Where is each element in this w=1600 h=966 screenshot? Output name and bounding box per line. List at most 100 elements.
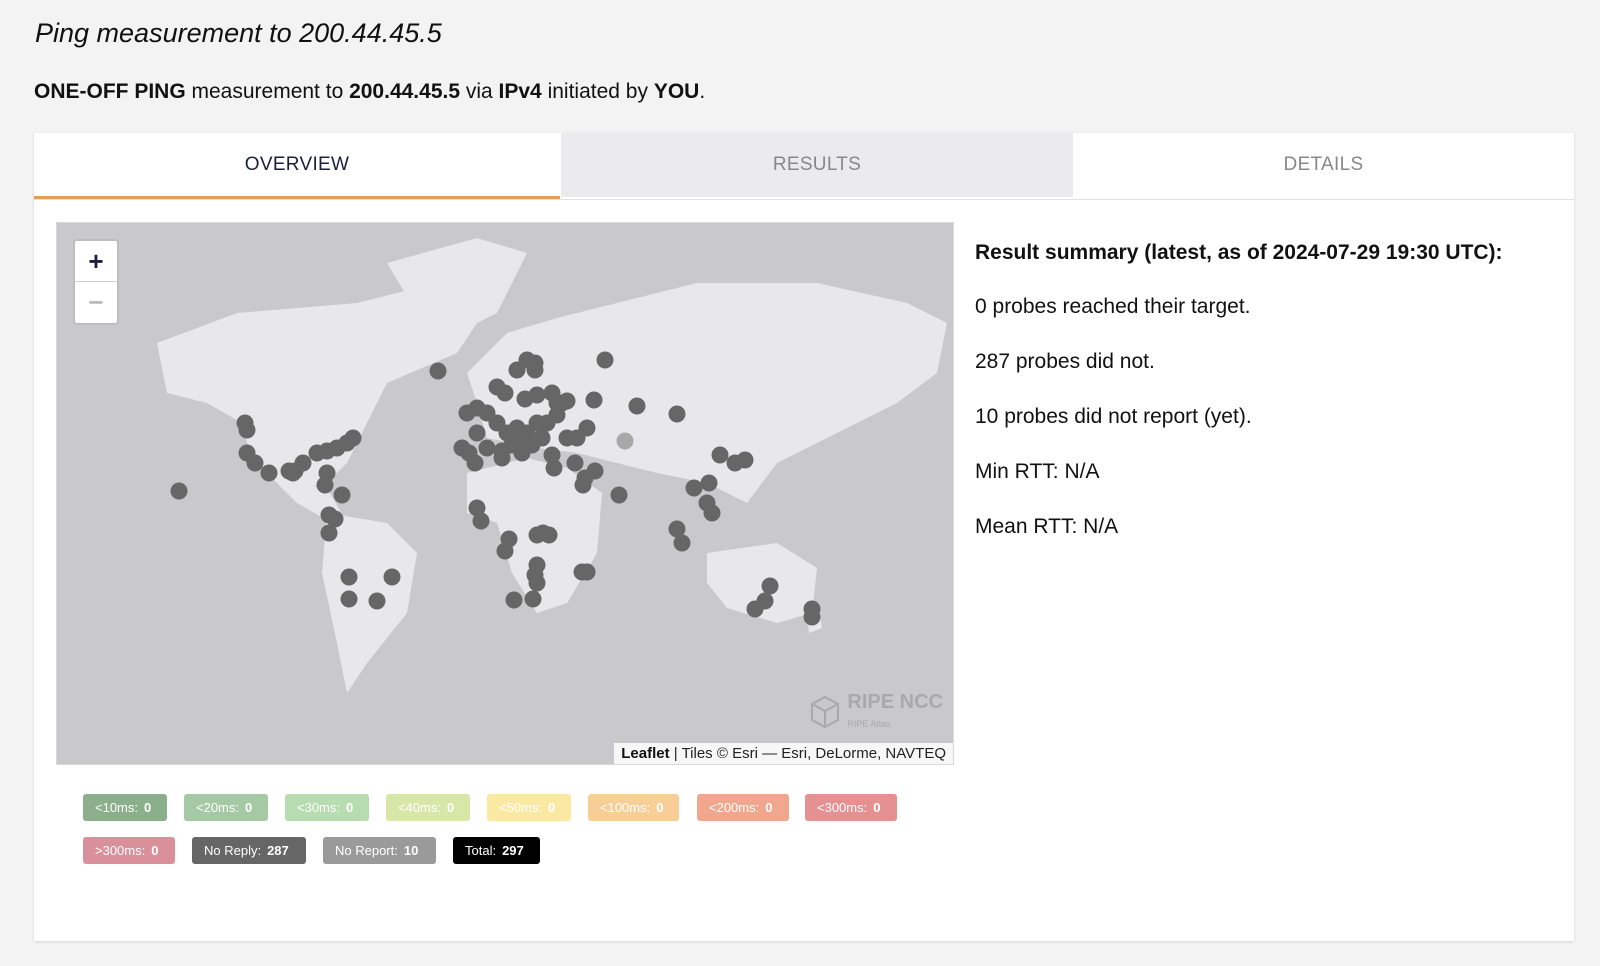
probe-marker[interactable]	[746, 600, 764, 618]
legend-pill-10ms[interactable]: <10ms: 0	[83, 794, 167, 821]
probe-marker[interactable]	[368, 592, 386, 610]
legend-label: <100ms:	[600, 800, 651, 815]
zoom-out-button[interactable]: −	[75, 282, 117, 322]
probe-marker[interactable]	[673, 534, 691, 552]
probe-marker[interactable]	[340, 590, 358, 608]
probe-marker[interactable]	[524, 590, 542, 608]
legend-pill-30ms[interactable]: <30ms: 0	[285, 794, 369, 821]
probe-marker[interactable]	[573, 563, 591, 581]
probe-marker[interactable]	[344, 429, 362, 447]
legend-pill-40ms[interactable]: <40ms: 0	[386, 794, 470, 821]
probe-marker[interactable]	[566, 454, 584, 472]
legend-label: No Report:	[335, 843, 398, 858]
legend-pill-total[interactable]: Total: 297	[453, 837, 540, 864]
legend-pill-20ms[interactable]: <20ms: 0	[184, 794, 268, 821]
legend-count: 0	[151, 843, 159, 858]
probe-marker[interactable]	[533, 429, 551, 447]
probe-marker[interactable]	[260, 464, 278, 482]
legend-count: 0	[765, 800, 773, 815]
probe-marker[interactable]	[320, 524, 338, 542]
probe-marker[interactable]	[761, 577, 779, 595]
probe-marker[interactable]	[585, 391, 603, 409]
probe-marker[interactable]	[711, 446, 729, 464]
page-title: Ping measurement to 200.44.45.5	[35, 18, 442, 48]
protocol: IPv4	[498, 80, 542, 103]
probe-marker[interactable]	[468, 424, 486, 442]
summary-mean-rtt: Mean RTT: N/A	[975, 515, 1119, 538]
measurement-description: ONE-OFF PING measurement to 200.44.45.5 …	[34, 80, 705, 104]
legend-label: <40ms:	[398, 800, 441, 815]
probe-marker[interactable]	[316, 476, 334, 494]
probe-marker[interactable]	[496, 542, 514, 560]
probe-marker[interactable]	[628, 397, 646, 415]
legend-count: 287	[267, 843, 289, 858]
probe-marker[interactable]	[238, 421, 256, 439]
legend-pill-over-300ms[interactable]: >300ms: 0	[83, 837, 175, 864]
probe-marker[interactable]	[340, 568, 358, 586]
probe-marker[interactable]	[610, 486, 628, 504]
legend-label: <300ms:	[817, 800, 868, 815]
probe-marker[interactable]	[505, 591, 523, 609]
probe-marker[interactable]	[453, 439, 471, 457]
probe-marker[interactable]	[803, 608, 821, 626]
description-text: initiated by	[541, 80, 654, 103]
probe-marker-no-report[interactable]	[616, 432, 634, 450]
probe-marker[interactable]	[685, 479, 703, 497]
probe-marker[interactable]	[170, 482, 188, 500]
probe-marker[interactable]	[578, 419, 596, 437]
probe-marker[interactable]	[526, 354, 544, 372]
probe-marker[interactable]	[545, 459, 563, 477]
probe-marker[interactable]	[596, 351, 614, 369]
target-address: 200.44.45.5	[349, 80, 461, 103]
leaflet-link[interactable]: Leaflet	[621, 745, 669, 762]
probe-marker[interactable]	[516, 390, 534, 408]
probe-marker[interactable]	[576, 469, 594, 487]
legend-pill-no-report[interactable]: No Report: 10	[323, 837, 436, 864]
probe-marker[interactable]	[703, 504, 721, 522]
probe-marker[interactable]	[540, 526, 558, 544]
summary-no-report: 10 probes did not report (yet).	[975, 405, 1252, 428]
probe-map[interactable]: + − RIPE NCC RIPE Atlas Leaflet | Tiles …	[56, 222, 954, 765]
tab-results[interactable]: RESULTS	[561, 133, 1073, 197]
zoom-in-button[interactable]: +	[75, 241, 117, 282]
legend-pill-300ms[interactable]: <300ms: 0	[805, 794, 897, 821]
map-attribution: Leaflet | Tiles © Esri — Esri, DeLorme, …	[614, 743, 953, 764]
probe-marker[interactable]	[333, 486, 351, 504]
tab-details[interactable]: DETAILS	[1073, 133, 1574, 197]
legend-label: >300ms:	[95, 843, 146, 858]
legend-pill-no-reply[interactable]: No Reply: 287	[192, 837, 306, 864]
probe-marker[interactable]	[246, 454, 264, 472]
legend-count: 297	[502, 843, 524, 858]
attribution-text: | Tiles © Esri — Esri, DeLorme, NAVTEQ	[669, 745, 946, 762]
probe-marker[interactable]	[280, 462, 298, 480]
probe-marker[interactable]	[508, 361, 526, 379]
legend-count: 0	[656, 800, 664, 815]
ripe-hexagon-icon	[810, 695, 839, 728]
probe-marker[interactable]	[478, 439, 496, 457]
tab-overview[interactable]: OVERVIEW	[34, 133, 560, 199]
probe-marker[interactable]	[508, 432, 526, 450]
probe-marker[interactable]	[558, 392, 576, 410]
probe-marker[interactable]	[383, 568, 401, 586]
probe-marker[interactable]	[466, 454, 484, 472]
probe-marker[interactable]	[668, 405, 686, 423]
tab-bar: OVERVIEW RESULTS DETAILS	[34, 133, 1574, 200]
probe-marker[interactable]	[493, 449, 511, 467]
probe-marker[interactable]	[429, 362, 447, 380]
legend-pill-50ms[interactable]: <50ms: 0	[487, 794, 571, 821]
description-text: via	[460, 80, 499, 103]
legend-count: 0	[144, 800, 152, 815]
logo-subtext: RIPE Atlas	[847, 719, 891, 729]
probe-marker[interactable]	[700, 474, 718, 492]
probe-marker[interactable]	[736, 451, 754, 469]
probe-marker[interactable]	[528, 574, 546, 592]
description-text: measurement to	[185, 80, 350, 103]
legend-pill-100ms[interactable]: <100ms: 0	[588, 794, 679, 821]
world-basemap	[157, 238, 947, 693]
probe-marker[interactable]	[472, 512, 490, 530]
legend-pill-200ms[interactable]: <200ms: 0	[697, 794, 789, 821]
summary-not-reached: 287 probes did not.	[975, 350, 1155, 373]
legend-count: 0	[245, 800, 253, 815]
measurement-type: ONE-OFF PING	[34, 80, 186, 103]
probe-marker[interactable]	[488, 378, 506, 396]
